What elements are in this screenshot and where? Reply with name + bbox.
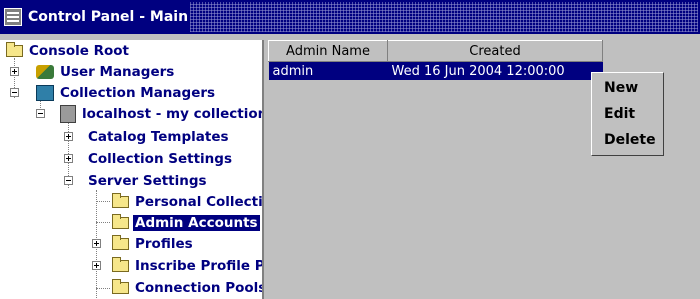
tree-node-localhost[interactable]: localhost - my collection xyxy=(60,104,264,124)
admin-accounts-table: Admin Name Created admin Wed 16 Jun 2004… xyxy=(268,40,603,80)
tree-node-label: Collection Settings xyxy=(88,151,232,167)
table-row[interactable]: admin Wed 16 Jun 2004 12:00:00 xyxy=(268,61,603,80)
title-bar-pattern xyxy=(190,2,698,32)
tree-node-profiles[interactable]: Profiles xyxy=(112,234,195,254)
tree-node-label: Catalog Templates xyxy=(88,129,229,145)
menu-item-delete[interactable]: Delete xyxy=(604,132,656,148)
window-title: Control Panel - Main xyxy=(28,9,189,25)
column-header-admin-name[interactable]: Admin Name xyxy=(268,40,388,62)
expand-icon[interactable] xyxy=(10,67,19,76)
tree-node-label: Collection Managers xyxy=(60,85,216,101)
tree-node-connection-pools[interactable]: Connection Pools xyxy=(112,278,264,298)
tree-node-console-root[interactable]: Console Root xyxy=(6,41,131,61)
context-menu: New Edit Delete xyxy=(591,72,664,156)
expand-icon[interactable] xyxy=(64,132,73,141)
tree-node-label: Admin Accounts xyxy=(133,215,260,231)
navigation-tree: Console Root User Managers Collection Ma… xyxy=(0,40,264,299)
tree-node-admin-accounts[interactable]: Admin Accounts xyxy=(112,213,260,233)
tree-connector xyxy=(96,201,110,203)
expand-icon[interactable] xyxy=(92,261,101,270)
tree-node-label: Console Root xyxy=(29,43,129,59)
tree-node-label: User Managers xyxy=(60,64,175,80)
tree-node-collection-managers[interactable]: Collection Managers xyxy=(36,83,217,103)
tree-node-inscribe-profile[interactable]: Inscribe Profile P xyxy=(112,256,264,276)
tree-node-user-managers[interactable]: User Managers xyxy=(36,62,176,82)
column-header-created[interactable]: Created xyxy=(387,40,603,62)
folder-icon xyxy=(112,193,129,208)
title-bar: Control Panel - Main xyxy=(0,0,700,34)
expand-icon[interactable] xyxy=(64,154,73,163)
collapse-icon[interactable] xyxy=(36,109,45,118)
app-icon xyxy=(4,8,22,26)
tree-node-label: localhost - my collection xyxy=(82,106,264,122)
tree-node-label: Profiles xyxy=(135,236,193,252)
tree-connector xyxy=(96,288,110,290)
user-managers-icon xyxy=(36,65,54,79)
tree-node-label: Connection Pools xyxy=(135,280,264,296)
folder-icon xyxy=(112,279,129,294)
folder-icon xyxy=(6,42,23,57)
tree-node-label: Inscribe Profile P xyxy=(135,258,264,274)
folder-icon xyxy=(112,235,129,250)
collapse-icon[interactable] xyxy=(10,88,19,97)
server-icon xyxy=(60,105,76,123)
menu-item-new[interactable]: New xyxy=(604,80,638,96)
admin-name-cell[interactable]: admin xyxy=(268,61,388,80)
tree-node-catalog-templates[interactable]: Catalog Templates xyxy=(86,127,231,147)
tree-node-label: Server Settings xyxy=(88,173,207,189)
expand-icon[interactable] xyxy=(92,239,101,248)
folder-icon xyxy=(112,257,129,272)
tree-node-server-settings[interactable]: Server Settings xyxy=(86,171,209,191)
folder-icon xyxy=(112,214,129,229)
tree-node-personal-collections[interactable]: Personal Collecti xyxy=(112,192,263,212)
tree-node-label: Personal Collecti xyxy=(135,194,263,210)
created-cell[interactable]: Wed 16 Jun 2004 12:00:00 xyxy=(387,61,603,80)
tree-connector xyxy=(96,222,110,224)
menu-item-edit[interactable]: Edit xyxy=(604,106,635,122)
control-panel-window: Control Panel - Main Console Root User M… xyxy=(0,0,700,299)
collapse-icon[interactable] xyxy=(64,176,73,185)
collection-managers-icon xyxy=(36,85,54,101)
tree-node-collection-settings[interactable]: Collection Settings xyxy=(86,149,234,169)
